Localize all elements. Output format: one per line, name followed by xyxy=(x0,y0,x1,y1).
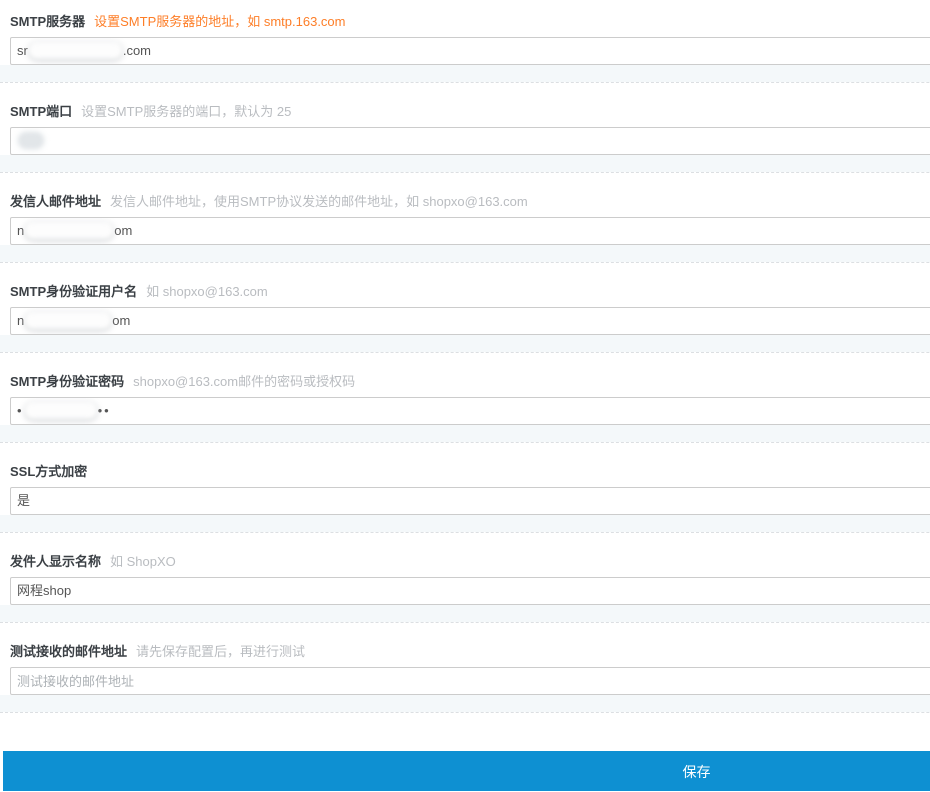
input-value-suffix: .com xyxy=(123,43,151,58)
form-group-smtp-port: SMTP端口设置SMTP服务器的端口，默认为 25 xyxy=(0,83,930,173)
section-band xyxy=(0,695,930,712)
input-value-prefix: n xyxy=(17,313,24,328)
field-hint: shopxo@163.com邮件的密码或授权码 xyxy=(133,374,355,389)
section-band xyxy=(0,605,930,622)
password-dot: • xyxy=(17,403,24,418)
label-row: SMTP服务器设置SMTP服务器的地址，如 smtp.163.com xyxy=(0,14,930,30)
section-band xyxy=(0,65,930,82)
smtp-port-input[interactable] xyxy=(10,127,930,155)
input-value: 网程shop xyxy=(17,583,71,598)
save-row: 保存 xyxy=(0,751,930,791)
field-label: SMTP身份验证用户名 xyxy=(10,284,137,299)
section-band xyxy=(0,155,930,172)
section-band xyxy=(0,425,930,442)
field-hint: 设置SMTP服务器的端口，默认为 25 xyxy=(81,104,291,119)
form-group-smtp-username: SMTP身份验证用户名如 shopxo@163.com n om xyxy=(0,263,930,353)
label-row: 测试接收的邮件地址请先保存配置后，再进行测试 xyxy=(0,644,930,660)
field-label: 测试接收的邮件地址 xyxy=(10,644,127,659)
label-row: 发件人显示名称如 ShopXO xyxy=(0,554,930,570)
field-hint: 如 shopxo@163.com xyxy=(146,284,268,299)
password-dots: •• xyxy=(98,403,111,418)
label-row: SSL方式加密 xyxy=(0,464,930,480)
field-hint: 设置SMTP服务器的地址，如 smtp.163.com xyxy=(94,14,345,29)
form-group-smtp-server: SMTP服务器设置SMTP服务器的地址，如 smtp.163.com sr .co… xyxy=(0,0,930,83)
censor-blur xyxy=(18,132,44,149)
label-row: SMTP端口设置SMTP服务器的端口，默认为 25 xyxy=(0,104,930,120)
censor-blur xyxy=(29,42,122,59)
form-group-test-email: 测试接收的邮件地址请先保存配置后，再进行测试 xyxy=(0,623,930,713)
smtp-password-input[interactable]: ••• xyxy=(10,397,930,425)
test-email-input[interactable] xyxy=(17,669,930,693)
censor-blur xyxy=(25,312,111,329)
label-row: SMTP身份验证密码 shopxo@163.com邮件的密码或授权码 xyxy=(0,374,930,390)
smtp-username-input[interactable]: n om xyxy=(10,307,930,335)
form-group-sender-name: 发件人显示名称如 ShopXO 网程shop xyxy=(0,533,930,623)
smtp-server-input[interactable]: sr .com xyxy=(10,37,930,65)
field-label: SMTP身份验证密码 xyxy=(10,374,124,389)
sender-name-input[interactable]: 网程shop xyxy=(10,577,930,605)
input-value-prefix: sr xyxy=(17,43,28,58)
censor-blur xyxy=(25,402,97,419)
field-label: SSL方式加密 xyxy=(10,464,87,479)
field-hint: 发信人邮件地址，使用SMTP协议发送的邮件地址，如 shopxo@163.com xyxy=(110,194,528,209)
form-group-sender-email: 发信人邮件地址发信人邮件地址，使用SMTP协议发送的邮件地址，如 shopxo@… xyxy=(0,173,930,263)
input-value-suffix: om xyxy=(114,223,132,238)
section-band xyxy=(0,335,930,352)
section-band xyxy=(0,515,930,532)
field-hint: 请先保存配置后，再进行测试 xyxy=(136,644,305,659)
field-hint: 如 ShopXO xyxy=(110,554,176,569)
field-label: 发件人显示名称 xyxy=(10,554,101,569)
smtp-settings-form: SMTP服务器设置SMTP服务器的地址，如 smtp.163.com sr .co… xyxy=(0,0,930,791)
section-band xyxy=(0,245,930,262)
label-row: SMTP身份验证用户名如 shopxo@163.com xyxy=(0,284,930,300)
sender-email-input[interactable]: n om xyxy=(10,217,930,245)
input-value-prefix: n xyxy=(17,223,24,238)
ssl-encrypt-select[interactable]: 是 xyxy=(10,487,930,515)
form-group-smtp-password: SMTP身份验证密码shopxo@163.com邮件的密码或授权码 ••• xyxy=(0,353,930,443)
field-label: SMTP端口 xyxy=(10,104,72,119)
field-label: 发信人邮件地址 xyxy=(10,194,101,209)
select-value: 是 xyxy=(17,493,30,508)
label-row: 发信人邮件地址发信人邮件地址，使用SMTP协议发送的邮件地址，如 shopxo@… xyxy=(0,194,930,210)
censor-blur xyxy=(25,222,113,239)
form-group-ssl-encrypt: SSL方式加密 是 xyxy=(0,443,930,533)
field-label: SMTP服务器 xyxy=(10,14,85,29)
test-email-input-wrap xyxy=(10,667,930,695)
save-button[interactable]: 保存 xyxy=(3,751,930,791)
input-value-suffix: om xyxy=(112,313,130,328)
